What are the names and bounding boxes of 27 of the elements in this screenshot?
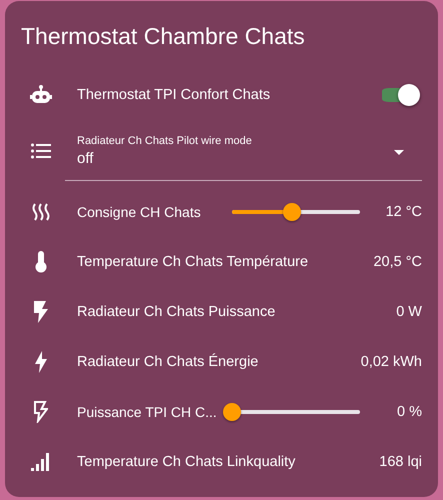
entity-name: Consigne CH Chats xyxy=(77,204,202,220)
entity-name: Temperature Ch Chats Linkquality xyxy=(77,454,296,470)
entity-name: Radiateur Ch Chats Énergie xyxy=(77,354,260,370)
entity-name: Temperature Ch Chats Température xyxy=(77,254,310,270)
entity-value: 168 lqi xyxy=(379,454,422,470)
heat-waves-icon xyxy=(31,203,51,221)
entity-value: 12 °C xyxy=(386,204,422,220)
lightning-icon xyxy=(35,351,47,373)
signal-icon xyxy=(31,453,51,471)
entity-value: 0 % xyxy=(397,404,422,420)
card-title: Thermostat Chambre Chats xyxy=(21,22,306,50)
mode-select[interactable]: Radiateur Ch Chats Pilot wire mode off xyxy=(65,122,422,180)
lightning-outline-icon xyxy=(34,401,48,423)
entity-value: 20,5 °C xyxy=(373,254,422,270)
entity-name: Thermostat TPI Confort Chats xyxy=(77,87,272,103)
toggle-switch[interactable] xyxy=(382,84,418,106)
entity-name: Radiateur Ch Chats Puissance xyxy=(77,304,276,320)
entity-value: 0,02 kWh xyxy=(360,354,422,370)
lightning-icon xyxy=(34,301,48,323)
caret-icon xyxy=(394,150,404,154)
robot-icon xyxy=(30,85,52,105)
entity-name: Puissance TPI CH C... xyxy=(77,404,218,420)
slider-thumb[interactable] xyxy=(223,403,241,421)
thermometer-icon xyxy=(35,251,47,273)
entity-value: 0 W xyxy=(396,304,422,320)
slider-thumb[interactable] xyxy=(283,203,302,221)
list-icon xyxy=(31,143,51,159)
